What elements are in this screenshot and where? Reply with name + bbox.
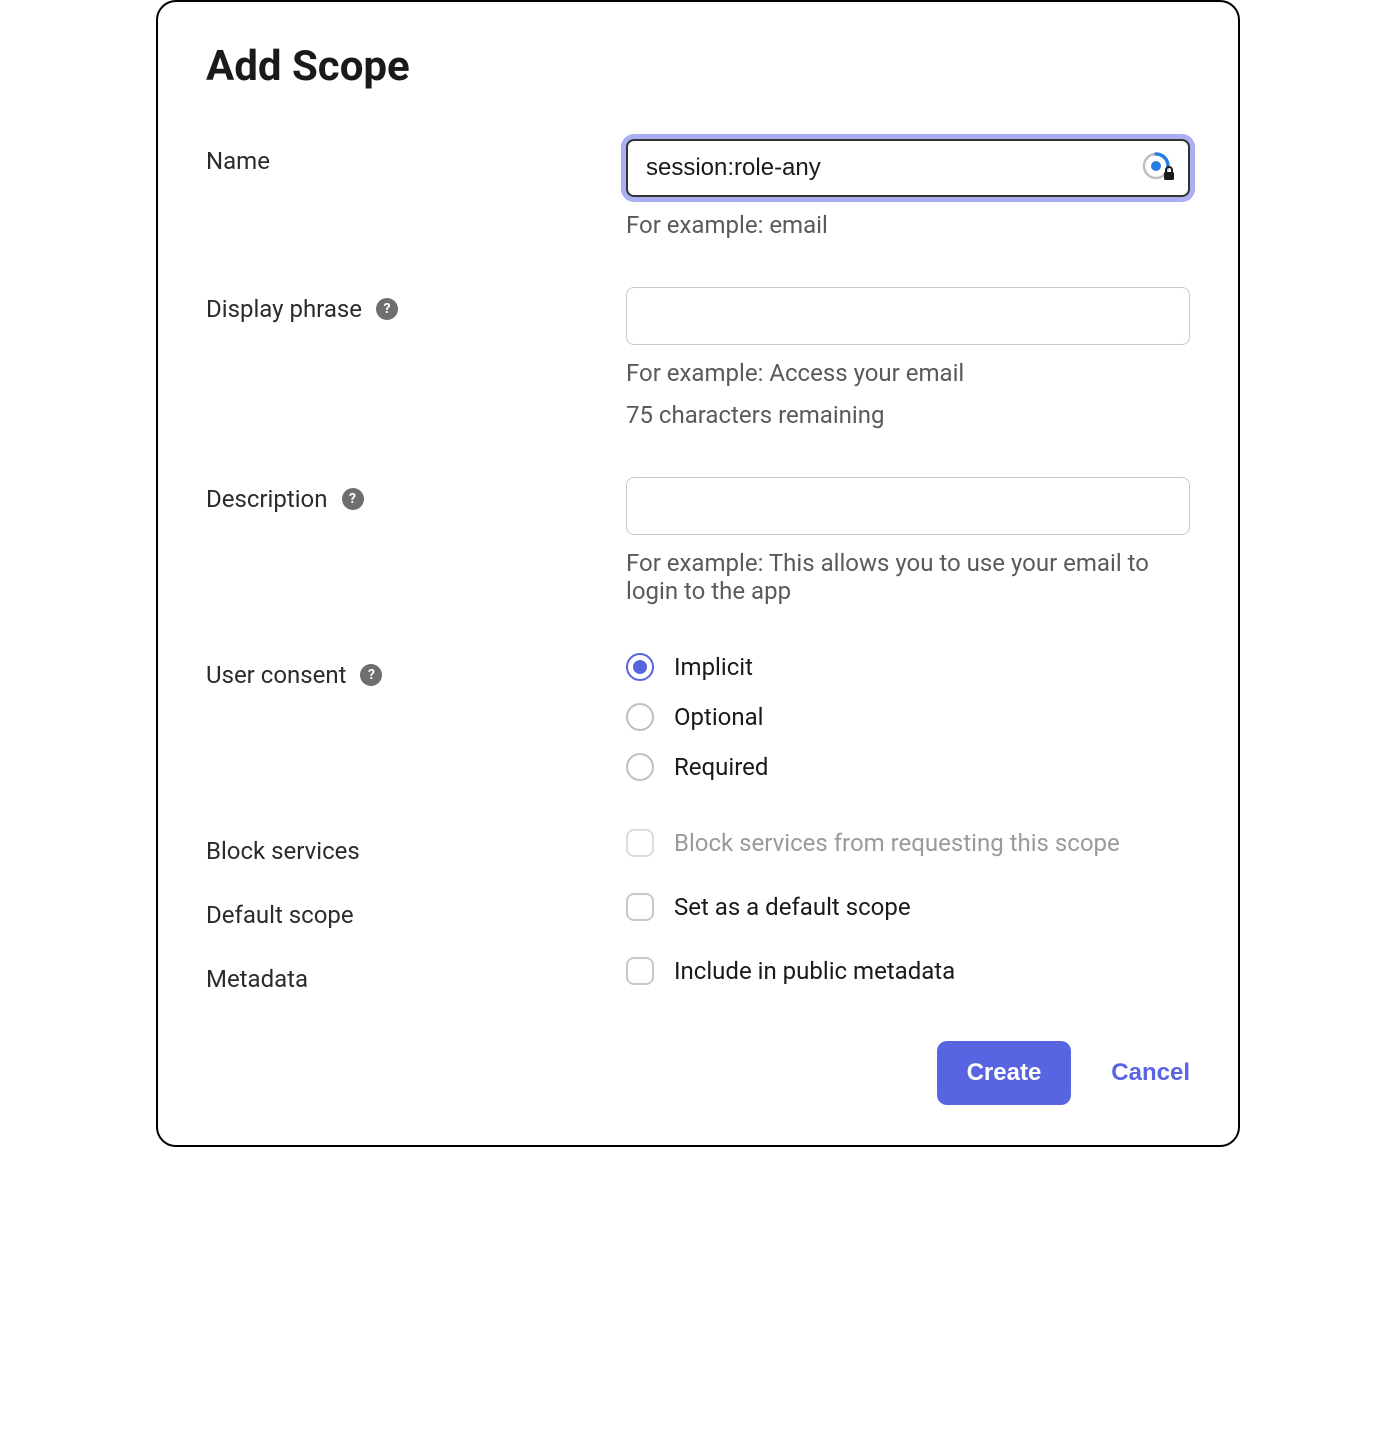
display-phrase-hint: For example: Access your email bbox=[626, 359, 1190, 387]
display-phrase-field-col: For example: Access your email 75 charac… bbox=[626, 287, 1190, 429]
cancel-button[interactable]: Cancel bbox=[1111, 1059, 1190, 1087]
name-label: Name bbox=[206, 139, 626, 175]
modal-footer: Create Cancel bbox=[206, 1041, 1190, 1105]
field-block-services-row: Block services Block services from reque… bbox=[206, 829, 1190, 865]
default-scope-field-col: Set as a default scope bbox=[626, 893, 1190, 921]
name-field-col: For example: email bbox=[626, 139, 1190, 239]
radio-optional-label: Optional bbox=[674, 703, 764, 731]
help-icon[interactable]: ? bbox=[376, 298, 398, 320]
display-phrase-label: Display phrase ? bbox=[206, 287, 626, 323]
display-phrase-remaining: 75 characters remaining bbox=[626, 401, 1190, 429]
description-label-text: Description bbox=[206, 485, 328, 513]
radio-implicit-label: Implicit bbox=[674, 653, 753, 681]
add-scope-modal: Add Scope Name For example: email bbox=[156, 0, 1240, 1147]
field-name-row: Name For example: email bbox=[206, 139, 1190, 239]
default-scope-label: Default scope bbox=[206, 893, 626, 929]
help-icon[interactable]: ? bbox=[360, 664, 382, 686]
metadata-checkbox-row[interactable]: Include in public metadata bbox=[626, 957, 1190, 985]
field-display-phrase-row: Display phrase ? For example: Access you… bbox=[206, 287, 1190, 429]
field-description-row: Description ? For example: This allows y… bbox=[206, 477, 1190, 605]
modal-title: Add Scope bbox=[206, 42, 1190, 91]
default-scope-checkbox-label: Set as a default scope bbox=[674, 893, 911, 921]
description-field-col: For example: This allows you to use your… bbox=[626, 477, 1190, 605]
metadata-field-col: Include in public metadata bbox=[626, 957, 1190, 985]
field-metadata-row: Metadata Include in public metadata bbox=[206, 957, 1190, 993]
block-services-field-col: Block services from requesting this scop… bbox=[626, 829, 1190, 857]
user-consent-radio-group: Implicit Optional Required bbox=[626, 653, 1190, 781]
block-services-checkbox-label: Block services from requesting this scop… bbox=[674, 829, 1120, 857]
name-hint: For example: email bbox=[626, 211, 1190, 239]
help-icon[interactable]: ? bbox=[342, 488, 364, 510]
radio-required[interactable]: Required bbox=[626, 753, 1190, 781]
password-manager-icon[interactable] bbox=[1142, 152, 1174, 184]
metadata-label: Metadata bbox=[206, 957, 626, 993]
default-scope-checkbox-row[interactable]: Set as a default scope bbox=[626, 893, 1190, 921]
user-consent-label-text: User consent bbox=[206, 661, 346, 689]
radio-circle-icon bbox=[626, 703, 654, 731]
radio-optional[interactable]: Optional bbox=[626, 703, 1190, 731]
name-input[interactable] bbox=[626, 139, 1190, 197]
block-services-label: Block services bbox=[206, 829, 626, 865]
field-user-consent-row: User consent ? Implicit Optional Require… bbox=[206, 653, 1190, 781]
metadata-checkbox-label: Include in public metadata bbox=[674, 957, 955, 985]
description-label: Description ? bbox=[206, 477, 626, 513]
block-services-checkbox bbox=[626, 829, 654, 857]
display-phrase-input[interactable] bbox=[626, 287, 1190, 345]
default-scope-checkbox[interactable] bbox=[626, 893, 654, 921]
description-hint: For example: This allows you to use your… bbox=[626, 549, 1190, 605]
radio-circle-icon bbox=[626, 753, 654, 781]
field-default-scope-row: Default scope Set as a default scope bbox=[206, 893, 1190, 929]
display-phrase-label-text: Display phrase bbox=[206, 295, 362, 323]
create-button[interactable]: Create bbox=[937, 1041, 1072, 1105]
block-services-checkbox-row: Block services from requesting this scop… bbox=[626, 829, 1190, 857]
metadata-checkbox[interactable] bbox=[626, 957, 654, 985]
name-input-wrap bbox=[626, 139, 1190, 197]
radio-required-label: Required bbox=[674, 753, 768, 781]
radio-circle-icon bbox=[626, 653, 654, 681]
radio-implicit[interactable]: Implicit bbox=[626, 653, 1190, 681]
user-consent-label: User consent ? bbox=[206, 653, 626, 689]
description-input[interactable] bbox=[626, 477, 1190, 535]
user-consent-field-col: Implicit Optional Required bbox=[626, 653, 1190, 781]
